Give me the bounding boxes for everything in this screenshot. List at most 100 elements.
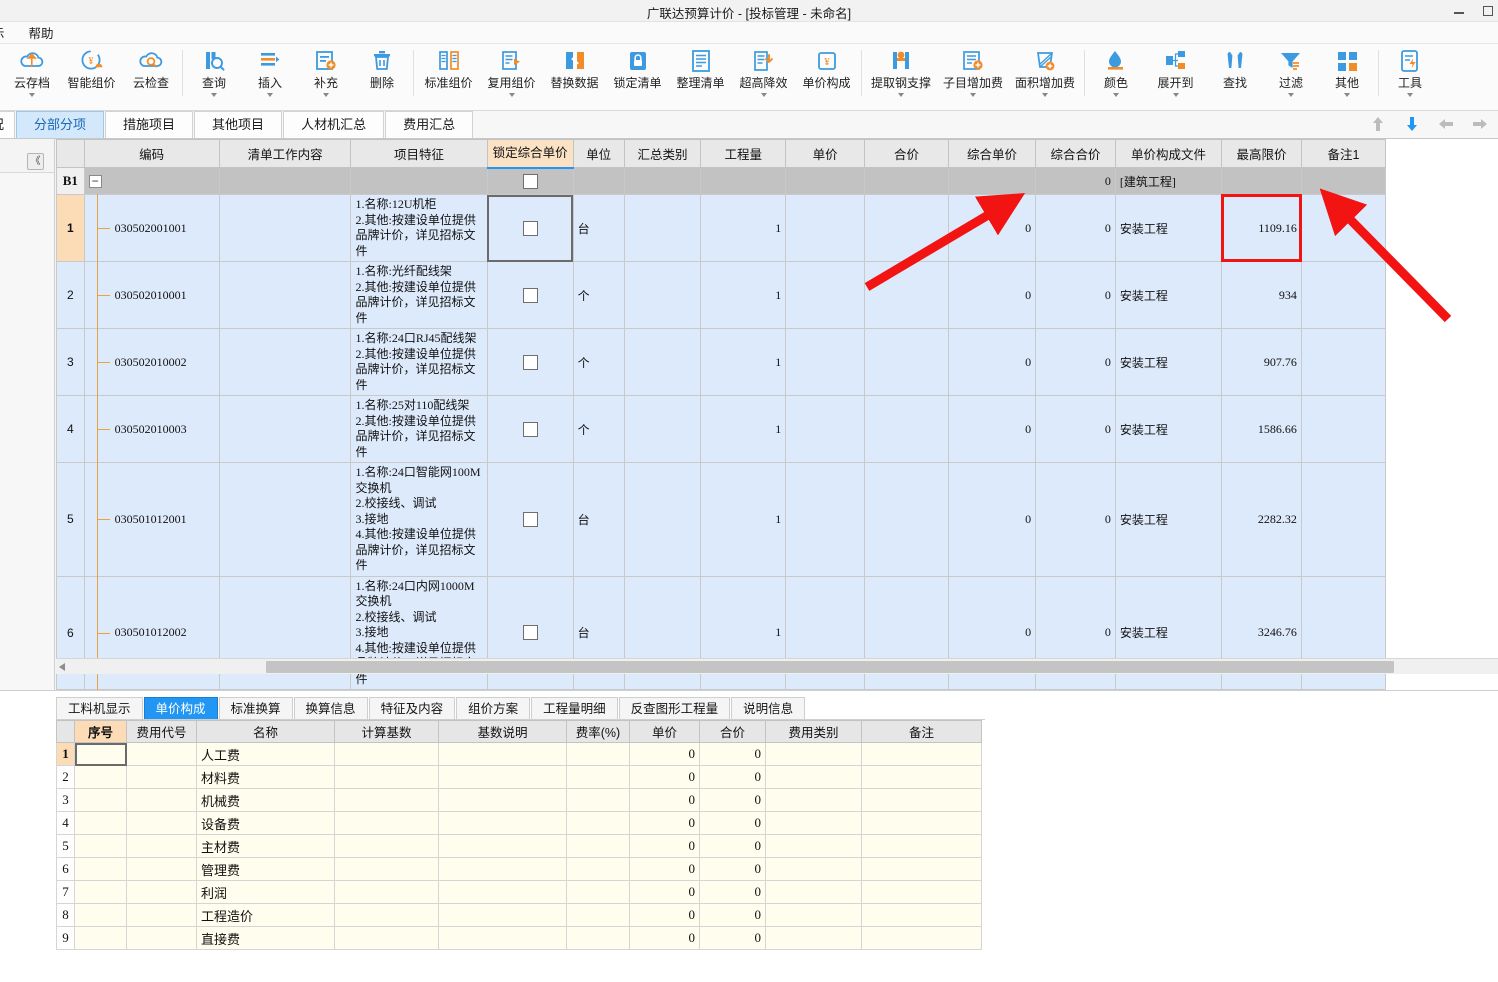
tab-qitaxiangmu[interactable]: 其他项目	[194, 111, 283, 138]
row-price-file[interactable]: 安装工程	[1114, 194, 1223, 262]
fee-rate[interactable]	[566, 811, 630, 835]
btab-tezheng-ji-neirong[interactable]: 特征及内容	[368, 697, 456, 720]
fee-unit-price[interactable]: 0	[629, 880, 700, 904]
fee-base-desc[interactable]	[438, 903, 567, 927]
fee-name[interactable]: 管理费	[196, 857, 335, 881]
chevron-down-icon[interactable]	[323, 93, 329, 97]
chevron-down-icon[interactable]	[267, 93, 273, 97]
fee-code[interactable]	[126, 834, 197, 858]
toolbar-button-lock-list[interactable]: 锁定清单	[606, 44, 669, 110]
toolbar-button-color[interactable]: 颜色	[1088, 44, 1144, 110]
fee-remark[interactable]	[861, 742, 982, 766]
fee-category[interactable]	[765, 811, 862, 835]
nav-up-icon[interactable]	[1368, 114, 1388, 137]
fcol-remark[interactable]: 备注	[861, 720, 982, 743]
toolbar-button-unit-price-composition[interactable]: ¥ 单价构成	[795, 44, 858, 110]
fee-base-desc[interactable]	[438, 880, 567, 904]
row-total-price[interactable]	[863, 194, 949, 262]
fee-remark[interactable]	[861, 903, 982, 927]
row-remark[interactable]	[1300, 261, 1387, 329]
col-quantity[interactable]: 工程量	[700, 139, 787, 168]
fee-calc-base[interactable]	[334, 926, 439, 950]
toolbar-button-smart-pricing[interactable]: ¥ 智能组价	[60, 44, 123, 110]
row-code[interactable]: 030502001001	[83, 194, 220, 262]
fee-seq[interactable]	[74, 926, 127, 950]
fcol-name[interactable]: 名称	[196, 720, 335, 743]
row-price-file[interactable]: 安装工程	[1114, 395, 1223, 463]
row-unit-price[interactable]	[785, 194, 865, 262]
fcol-base-desc[interactable]: 基数说明	[438, 720, 567, 743]
toolbar-button-delete[interactable]: 删除	[354, 44, 410, 110]
fcol-seq[interactable]: 序号	[74, 720, 127, 743]
fee-total-price[interactable]: 0	[699, 903, 766, 927]
minimize-button[interactable]	[1452, 4, 1466, 18]
btab-biaozhun-huansuan[interactable]: 标准换算	[218, 697, 293, 720]
tab-clipped[interactable]: 况	[0, 111, 16, 138]
fee-code[interactable]	[126, 903, 197, 927]
row-unit-price[interactable]	[785, 261, 865, 329]
item-grid[interactable]: 编码 清单工作内容 项目特征 锁定综合单价 单位 汇总类别 工程量 单价 合价 …	[56, 139, 1498, 690]
grid-summary-row[interactable]: B1 − 0 [建筑工程]	[56, 167, 1387, 195]
fee-total-price[interactable]: 0	[699, 788, 766, 812]
fee-base-desc[interactable]	[438, 926, 567, 950]
row-feature[interactable]: 1.名称:24口RJ45配线架 2.其他:按建设单位提供品牌计价，详见招标文件	[350, 328, 488, 396]
row-max-limit[interactable]: 934	[1221, 261, 1302, 329]
toolbar-button-tools[interactable]: 工具	[1382, 44, 1438, 110]
row-comp-total[interactable]: 0	[1035, 395, 1116, 463]
row-remark[interactable]	[1300, 328, 1387, 396]
chevron-down-icon[interactable]	[211, 93, 217, 97]
tab-rencaiji-huizong[interactable]: 人材机汇总	[283, 111, 385, 138]
row-unit[interactable]: 台	[572, 462, 625, 577]
list-item[interactable]: 6 管理费 0 0	[56, 857, 982, 881]
row-quantity[interactable]: 1	[700, 328, 787, 396]
fee-base-desc[interactable]	[438, 742, 567, 766]
fee-code[interactable]	[126, 788, 197, 812]
summary-expander-cell[interactable]: −	[83, 167, 220, 195]
row-lock-checkbox-cell[interactable]	[486, 261, 574, 329]
fee-category[interactable]	[765, 742, 862, 766]
row-code[interactable]: 030501012001	[83, 462, 220, 577]
chevron-down-icon[interactable]	[760, 93, 767, 97]
fee-calc-base[interactable]	[334, 857, 439, 881]
fee-name[interactable]: 设备费	[196, 811, 335, 835]
fee-total-price[interactable]: 0	[699, 742, 766, 766]
row-summary-category[interactable]	[623, 194, 702, 262]
fcol-rate[interactable]: 费率(%)	[566, 720, 630, 743]
chevron-down-icon[interactable]	[898, 93, 904, 97]
fee-name[interactable]: 机械费	[196, 788, 335, 812]
toolbar-button-others[interactable]: 其他	[1319, 44, 1375, 110]
col-comprehensive-total[interactable]: 综合合价	[1035, 139, 1116, 168]
collapse-expander-icon[interactable]: −	[88, 175, 102, 189]
tab-feiyong-huizong[interactable]: 费用汇总	[385, 111, 474, 138]
fee-rate[interactable]	[566, 926, 630, 950]
row-summary-category[interactable]	[623, 328, 702, 396]
fee-remark[interactable]	[861, 788, 982, 812]
list-item[interactable]: 9 直接费 0 0	[56, 926, 982, 950]
toolbar-button-height-efficiency[interactable]: 超高降效	[732, 44, 795, 110]
fee-unit-price[interactable]: 0	[629, 857, 700, 881]
row-lock-checkbox-cell[interactable]	[486, 194, 574, 262]
fee-unit-price[interactable]: 0	[629, 811, 700, 835]
btab-huansuan-xinxi[interactable]: 换算信息	[293, 697, 368, 720]
toolbar-button-subitem-fee[interactable]: 子目增加费	[937, 44, 1009, 110]
lock-checkbox[interactable]	[522, 287, 538, 303]
fcol-fee-category[interactable]: 费用类别	[765, 720, 862, 743]
chevron-down-icon[interactable]	[1288, 93, 1294, 97]
fee-rate[interactable]	[566, 765, 630, 789]
row-unit-price[interactable]	[785, 462, 865, 577]
btab-zujia-fangan[interactable]: 组价方案	[456, 697, 531, 720]
row-feature[interactable]: 1.名称:12U机柜 2.其他:按建设单位提供品牌计价，详见招标文件	[350, 194, 488, 262]
fee-category[interactable]	[765, 834, 862, 858]
row-code[interactable]: 030502010002	[83, 328, 220, 396]
fee-category[interactable]	[765, 880, 862, 904]
fee-category[interactable]	[765, 765, 862, 789]
fee-unit-price[interactable]: 0	[629, 903, 700, 927]
fee-seq[interactable]	[74, 903, 127, 927]
fee-total-price[interactable]: 0	[699, 834, 766, 858]
fee-calc-base[interactable]	[334, 834, 439, 858]
btab-fancha-tuxing-gongchengliang[interactable]: 反查图形工程量	[618, 697, 731, 720]
row-price-file[interactable]: 安装工程	[1114, 462, 1223, 577]
row-unit-price[interactable]	[785, 328, 865, 396]
row-comp-unit-price[interactable]: 0	[947, 261, 1037, 329]
lock-checkbox[interactable]	[522, 625, 538, 641]
